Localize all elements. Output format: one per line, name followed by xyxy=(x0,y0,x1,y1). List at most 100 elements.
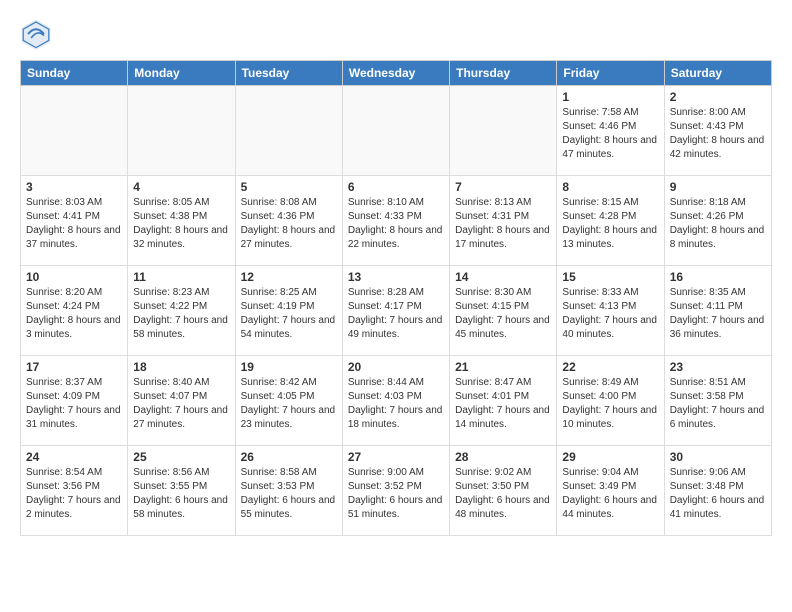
day-info: Sunrise: 8:47 AM Sunset: 4:01 PM Dayligh… xyxy=(455,376,551,432)
day-info: Sunrise: 8:03 AM Sunset: 4:41 PM Dayligh… xyxy=(26,196,122,252)
day-info: Sunrise: 9:04 AM Sunset: 3:49 PM Dayligh… xyxy=(562,466,658,522)
day-number: 12 xyxy=(241,270,337,284)
day-number: 23 xyxy=(670,360,766,374)
day-number: 25 xyxy=(133,450,229,464)
col-header-wednesday: Wednesday xyxy=(342,61,449,86)
day-cell xyxy=(235,86,342,176)
day-info: Sunrise: 8:54 AM Sunset: 3:56 PM Dayligh… xyxy=(26,466,122,522)
day-number: 27 xyxy=(348,450,444,464)
day-number: 29 xyxy=(562,450,658,464)
day-number: 20 xyxy=(348,360,444,374)
day-info: Sunrise: 8:18 AM Sunset: 4:26 PM Dayligh… xyxy=(670,196,766,252)
day-info: Sunrise: 8:30 AM Sunset: 4:15 PM Dayligh… xyxy=(455,286,551,342)
col-header-tuesday: Tuesday xyxy=(235,61,342,86)
day-cell: 13 Sunrise: 8:28 AM Sunset: 4:17 PM Dayli… xyxy=(342,266,449,356)
day-info: Sunrise: 8:44 AM Sunset: 4:03 PM Dayligh… xyxy=(348,376,444,432)
logo-icon xyxy=(20,18,52,50)
week-row-4: 17 Sunrise: 8:37 AM Sunset: 4:09 PM Dayli… xyxy=(21,356,772,446)
day-cell: 30Sunrise: 9:06 AM Sunset: 3:48 PM Dayli… xyxy=(664,446,771,536)
day-cell: 18 Sunrise: 8:40 AM Sunset: 4:07 PM Dayli… xyxy=(128,356,235,446)
day-cell: 25Sunrise: 8:56 AM Sunset: 3:55 PM Dayli… xyxy=(128,446,235,536)
week-row-2: 3 Sunrise: 8:03 AM Sunset: 4:41 PM Daylig… xyxy=(21,176,772,266)
day-cell: 22Sunrise: 8:49 AM Sunset: 4:00 PM Dayli… xyxy=(557,356,664,446)
day-cell: 12Sunrise: 8:25 AM Sunset: 4:19 PM Dayli… xyxy=(235,266,342,356)
day-number: 24 xyxy=(26,450,122,464)
day-info: Sunrise: 7:58 AM Sunset: 4:46 PM Dayligh… xyxy=(562,106,658,162)
day-number: 13 xyxy=(348,270,444,284)
day-number: 26 xyxy=(241,450,337,464)
day-number: 30 xyxy=(670,450,766,464)
day-number: 19 xyxy=(241,360,337,374)
day-info: Sunrise: 8:35 AM Sunset: 4:11 PM Dayligh… xyxy=(670,286,766,342)
day-cell: 17 Sunrise: 8:37 AM Sunset: 4:09 PM Dayli… xyxy=(21,356,128,446)
day-info: Sunrise: 8:15 AM Sunset: 4:28 PM Dayligh… xyxy=(562,196,658,252)
col-header-thursday: Thursday xyxy=(450,61,557,86)
day-info: Sunrise: 8:33 AM Sunset: 4:13 PM Dayligh… xyxy=(562,286,658,342)
day-cell: 26 Sunrise: 8:58 AM Sunset: 3:53 PM Dayli… xyxy=(235,446,342,536)
week-row-5: 24 Sunrise: 8:54 AM Sunset: 3:56 PM Dayli… xyxy=(21,446,772,536)
day-cell: 7 Sunrise: 8:13 AM Sunset: 4:31 PM Daylig… xyxy=(450,176,557,266)
day-info: Sunrise: 8:42 AM Sunset: 4:05 PM Dayligh… xyxy=(241,376,337,432)
day-number: 1 xyxy=(562,90,658,104)
day-number: 17 xyxy=(26,360,122,374)
day-number: 18 xyxy=(133,360,229,374)
day-cell xyxy=(342,86,449,176)
day-info: Sunrise: 8:37 AM Sunset: 4:09 PM Dayligh… xyxy=(26,376,122,432)
day-number: 11 xyxy=(133,270,229,284)
day-cell: 15 Sunrise: 8:33 AM Sunset: 4:13 PM Dayli… xyxy=(557,266,664,356)
day-info: Sunrise: 8:05 AM Sunset: 4:38 PM Dayligh… xyxy=(133,196,229,252)
day-info: Sunrise: 8:23 AM Sunset: 4:22 PM Dayligh… xyxy=(133,286,229,342)
page-header xyxy=(0,0,792,60)
day-number: 5 xyxy=(241,180,337,194)
day-cell: 21Sunrise: 8:47 AM Sunset: 4:01 PM Dayli… xyxy=(450,356,557,446)
day-cell xyxy=(450,86,557,176)
day-cell: 10 Sunrise: 8:20 AM Sunset: 4:24 PM Dayli… xyxy=(21,266,128,356)
col-header-friday: Friday xyxy=(557,61,664,86)
day-info: Sunrise: 8:40 AM Sunset: 4:07 PM Dayligh… xyxy=(133,376,229,432)
day-info: Sunrise: 8:00 AM Sunset: 4:43 PM Dayligh… xyxy=(670,106,766,162)
week-row-3: 10 Sunrise: 8:20 AM Sunset: 4:24 PM Dayli… xyxy=(21,266,772,356)
day-cell: 6 Sunrise: 8:10 AM Sunset: 4:33 PM Daylig… xyxy=(342,176,449,266)
day-cell: 4Sunrise: 8:05 AM Sunset: 4:38 PM Daylig… xyxy=(128,176,235,266)
day-cell: 19 Sunrise: 8:42 AM Sunset: 4:05 PM Dayli… xyxy=(235,356,342,446)
day-cell: 5 Sunrise: 8:08 AM Sunset: 4:36 PM Daylig… xyxy=(235,176,342,266)
day-info: Sunrise: 8:10 AM Sunset: 4:33 PM Dayligh… xyxy=(348,196,444,252)
day-number: 2 xyxy=(670,90,766,104)
day-number: 3 xyxy=(26,180,122,194)
day-cell: 24 Sunrise: 8:54 AM Sunset: 3:56 PM Dayli… xyxy=(21,446,128,536)
header-row: SundayMondayTuesdayWednesdayThursdayFrid… xyxy=(21,61,772,86)
col-header-saturday: Saturday xyxy=(664,61,771,86)
day-cell xyxy=(21,86,128,176)
calendar-table: SundayMondayTuesdayWednesdayThursdayFrid… xyxy=(20,60,772,536)
day-number: 9 xyxy=(670,180,766,194)
day-cell: 27 Sunrise: 9:00 AM Sunset: 3:52 PM Dayli… xyxy=(342,446,449,536)
day-cell: 23Sunrise: 8:51 AM Sunset: 3:58 PM Dayli… xyxy=(664,356,771,446)
day-cell: 16 Sunrise: 8:35 AM Sunset: 4:11 PM Dayli… xyxy=(664,266,771,356)
day-cell: 9 Sunrise: 8:18 AM Sunset: 4:26 PM Daylig… xyxy=(664,176,771,266)
day-cell: 11 Sunrise: 8:23 AM Sunset: 4:22 PM Dayli… xyxy=(128,266,235,356)
day-cell: 1 Sunrise: 7:58 AM Sunset: 4:46 PM Daylig… xyxy=(557,86,664,176)
day-cell: 8Sunrise: 8:15 AM Sunset: 4:28 PM Daylig… xyxy=(557,176,664,266)
col-header-sunday: Sunday xyxy=(21,61,128,86)
day-info: Sunrise: 8:58 AM Sunset: 3:53 PM Dayligh… xyxy=(241,466,337,522)
logo xyxy=(20,18,56,50)
day-number: 14 xyxy=(455,270,551,284)
day-info: Sunrise: 9:00 AM Sunset: 3:52 PM Dayligh… xyxy=(348,466,444,522)
day-cell: 14 Sunrise: 8:30 AM Sunset: 4:15 PM Dayli… xyxy=(450,266,557,356)
day-info: Sunrise: 8:20 AM Sunset: 4:24 PM Dayligh… xyxy=(26,286,122,342)
day-number: 6 xyxy=(348,180,444,194)
day-number: 10 xyxy=(26,270,122,284)
day-cell: 29 Sunrise: 9:04 AM Sunset: 3:49 PM Dayli… xyxy=(557,446,664,536)
day-number: 16 xyxy=(670,270,766,284)
day-cell xyxy=(128,86,235,176)
day-cell: 3 Sunrise: 8:03 AM Sunset: 4:41 PM Daylig… xyxy=(21,176,128,266)
day-cell: 20 Sunrise: 8:44 AM Sunset: 4:03 PM Dayli… xyxy=(342,356,449,446)
day-info: Sunrise: 8:08 AM Sunset: 4:36 PM Dayligh… xyxy=(241,196,337,252)
day-info: Sunrise: 8:13 AM Sunset: 4:31 PM Dayligh… xyxy=(455,196,551,252)
day-number: 28 xyxy=(455,450,551,464)
day-number: 7 xyxy=(455,180,551,194)
calendar-wrapper: SundayMondayTuesdayWednesdayThursdayFrid… xyxy=(0,60,792,536)
day-cell: 28Sunrise: 9:02 AM Sunset: 3:50 PM Dayli… xyxy=(450,446,557,536)
day-number: 15 xyxy=(562,270,658,284)
day-info: Sunrise: 8:28 AM Sunset: 4:17 PM Dayligh… xyxy=(348,286,444,342)
